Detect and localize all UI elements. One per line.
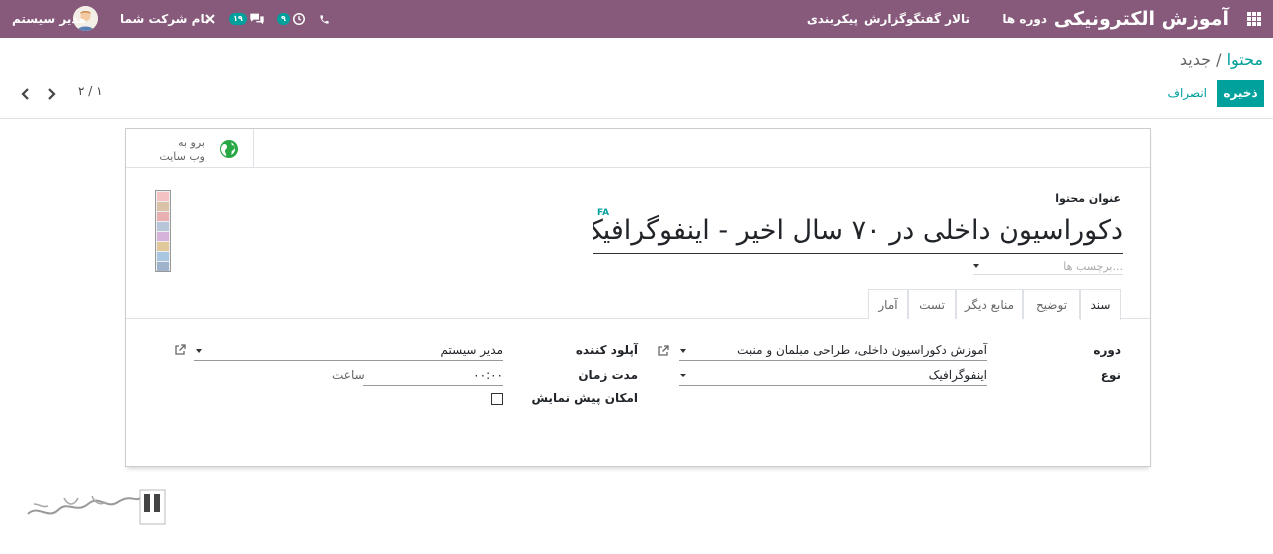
menu-item-forum[interactable]: تالار گفتگو [906,0,970,38]
uploader-field[interactable]: مدیر سیستم [194,341,503,361]
duration-label: مدت زمان [578,368,638,382]
menu-item-reporting[interactable]: گزارش [864,0,906,38]
title-input[interactable]: دکوراسیون داخلی در ۷۰ سال اخیر - اینفوگر… [593,208,1123,254]
notebook-tabs: سند توضیح منابع دیگر تست آمار [126,289,1150,320]
type-dropdown-caret-icon[interactable] [680,374,686,377]
messaging-menu[interactable]: ۱۹ [229,0,265,38]
type-select[interactable]: اینفوگرافیک [679,366,987,386]
duration-input[interactable]: ۰۰:۰۰ [363,366,503,386]
clock-icon [292,13,305,25]
tab-quiz[interactable]: تست [908,289,956,319]
pager-previous-icon[interactable] [20,86,32,102]
tags-input[interactable]: برچسب ها... [973,260,1123,275]
breadcrumb-current: جدید [1179,50,1211,69]
uploader-dropdown-caret-icon[interactable] [196,349,202,353]
smart-button-box: برو به وب سایت [126,129,1150,168]
preview-checkbox[interactable] [491,393,503,405]
tab-description[interactable]: توضیح [1023,289,1080,319]
menu-item-courses[interactable]: دوره ها [1002,0,1047,38]
course-label: دوره [1093,343,1121,357]
website-button-label-line1: برو به [178,136,205,149]
phone-icon[interactable] [319,0,330,38]
uploader-label: آپلود کننده [575,343,638,357]
breadcrumb-parent-link[interactable]: محتوا [1227,50,1263,69]
go-to-website-button[interactable]: برو به وب سایت [126,129,254,168]
watermark-logo [27,489,166,525]
top-navbar: آموزش الکترونیکی دوره ها تالار گفتگو گزا… [0,0,1273,38]
messages-badge: ۱۹ [229,13,247,25]
tags-dropdown-caret-icon[interactable] [973,264,979,268]
type-label: نوع [1100,368,1121,382]
tab-other-resources[interactable]: منابع دیگر [956,289,1023,319]
pager-next-icon[interactable] [45,86,57,102]
website-button-label-line2: وب سایت [159,150,205,163]
tab-document[interactable]: سند [1080,289,1121,320]
apps-menu-icon[interactable] [1247,12,1261,26]
user-menu-name[interactable]: مدیر سیستم [12,0,86,38]
form-sheet: برو به وب سایت عنوان محتوا دکوراسیون داخ… [125,128,1151,467]
menu-item-configuration[interactable]: پیکربندی [807,0,858,38]
course-field[interactable]: آموزش دکوراسیون داخلی، طراحی مبلمان و من… [679,341,987,361]
course-dropdown-caret-icon[interactable] [680,349,686,353]
title-label: عنوان محتوا [1055,192,1121,205]
preview-label: امکان پیش نمایش [531,391,638,405]
pager-value[interactable]: ۲ / ۱ [78,84,103,98]
save-button[interactable]: ذخیره [1217,80,1264,107]
control-panel-divider [0,118,1273,119]
globe-icon [220,140,238,158]
tab-statistics[interactable]: آمار [868,289,908,319]
discard-button[interactable]: انصراف [1168,80,1207,107]
activities-menu[interactable]: ۹ [277,0,306,38]
company-switcher[interactable]: نام شرکت شما [120,0,209,38]
uploader-external-link-icon[interactable] [174,344,186,356]
activities-badge: ۹ [277,13,290,25]
breadcrumb: محتوا / جدید [1180,50,1263,69]
duration-unit: ساعت [332,368,365,382]
course-external-link-icon[interactable] [657,345,669,357]
breadcrumb-separator: / [1216,50,1222,69]
infographic-thumbnail[interactable] [155,190,171,272]
app-brand[interactable]: آموزش الکترونیکی [1054,0,1229,38]
comments-icon [250,13,264,25]
language-tag[interactable]: FA [597,208,609,218]
